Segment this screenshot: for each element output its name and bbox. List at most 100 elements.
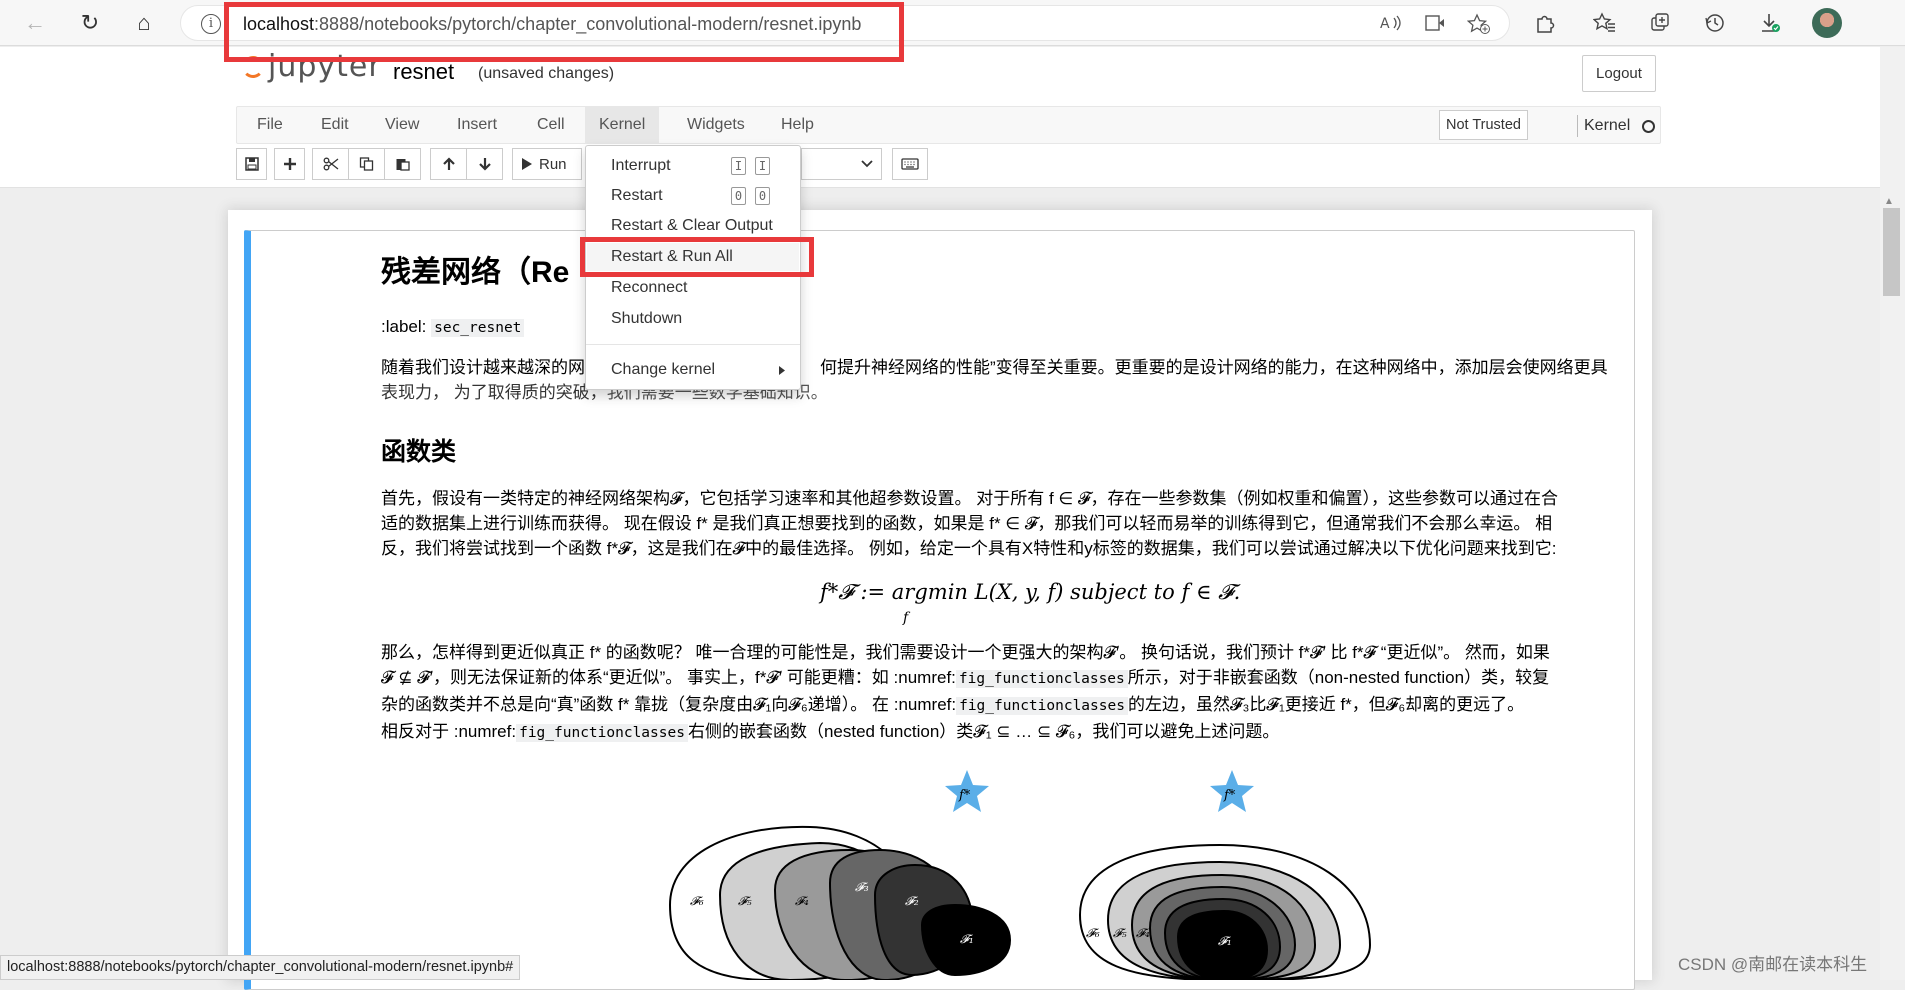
class-label: 𝓕₁ [960, 932, 974, 946]
star-label-left: f* [958, 788, 971, 803]
collections-icon[interactable] [1645, 8, 1675, 38]
copy-icon[interactable] [348, 148, 385, 180]
move-down-icon[interactable] [466, 148, 503, 180]
label-prefix: :label: [381, 317, 427, 336]
back-icon[interactable]: ← [18, 6, 52, 40]
add-favorite-icon[interactable] [1466, 13, 1491, 35]
refresh-glyph: ↻ [80, 10, 100, 35]
menu-view[interactable]: View [371, 107, 433, 143]
paragraph-line: 𝓕 ⊈ 𝓕′，则无法保证新的体系“更近似”。 事实上，f*𝓕′ 可能更糟：如 :… [381, 665, 1621, 692]
submenu-caret-icon [779, 366, 785, 375]
downloads-icon[interactable] [1755, 8, 1785, 38]
paragraph-line: 反，我们将尝试找到一个函数 f*𝓕，这是我们在𝓕中的最佳选择。 例如，给定一个具… [381, 539, 1557, 558]
csdn-watermark: CSDN @南邮在读本科生 [1678, 955, 1868, 974]
cell-type-select[interactable] [801, 148, 882, 180]
home-glyph: ⌂ [137, 10, 151, 35]
class-label: 𝓕₁ [1218, 934, 1232, 948]
cell-heading: 残差网络（Re [381, 256, 1621, 289]
menu-item-shutdown[interactable]: Shutdown [587, 305, 799, 333]
optimization-equation: f*𝓕 := argmin L(X, y, f) subject to f ∈ … [820, 580, 1240, 626]
class-label: 𝓕₅ [1113, 926, 1127, 940]
extensions-icon[interactable] [1530, 8, 1560, 38]
menu-file[interactable]: File [243, 107, 297, 143]
label-line: :label: sec_resnet [381, 314, 1621, 341]
subsection-heading: 函数类 [381, 440, 1621, 465]
cut-icon[interactable] [312, 148, 349, 180]
shortcut-key: I [755, 157, 770, 175]
not-trusted-button[interactable]: Not Trusted [1439, 110, 1528, 140]
nested-classes: 𝓕₆ 𝓕₅ 𝓕₄ 𝓕₁ [1078, 843, 1372, 980]
label-code: sec_resnet [431, 319, 525, 337]
menubar: File Edit View Insert Cell Kernel Widget… [236, 106, 1661, 144]
run-play-icon [522, 158, 532, 170]
keyboard-icon[interactable] [892, 148, 928, 180]
move-up-icon[interactable] [430, 148, 467, 180]
scrollbar-thumb[interactable] [1883, 208, 1900, 296]
menu-item-interrupt[interactable]: Interrupt I I [587, 152, 799, 180]
menu-item-restart[interactable]: Restart 0 0 [587, 182, 799, 210]
scroll-up-icon[interactable]: ▲ [1884, 196, 1894, 207]
paragraph-line: 那么，怎样得到更近似真正 f* 的函数呢？ 唯一合理的可能性是，我们需要设计一个… [381, 643, 1550, 662]
run-label: Run [539, 155, 567, 173]
read-aloud-icon[interactable]: A [1378, 13, 1402, 35]
menu-help[interactable]: Help [767, 107, 828, 143]
save-status: (unsaved changes) [478, 65, 615, 82]
immersive-reader-icon[interactable] [1423, 13, 1447, 35]
insert-cell-icon[interactable] [274, 148, 305, 180]
menu-item-change-kernel[interactable]: Change kernel [587, 356, 799, 384]
paragraph-text: 相反对于 :numref: [381, 722, 517, 741]
menu-kernel[interactable]: Kernel [585, 107, 660, 143]
paragraph-line: 杂的函数类并不总是向“真”函数 f* 靠拢（复杂度由𝓕₁向𝓕₆递增）。 在 :n… [381, 692, 1621, 719]
intro-paragraph: 随着我们设计越来越深的网 何提升神经网络的性能”变得至关重要。更重要的是设计网络的… [381, 355, 1621, 405]
svg-text:A: A [1380, 16, 1390, 32]
menu-item-label: Restart [611, 187, 663, 204]
menu-cell[interactable]: Cell [523, 107, 579, 143]
equation-subscript: f [903, 610, 909, 626]
shortcut-key: 0 [755, 187, 770, 205]
paste-icon[interactable] [384, 148, 421, 180]
nested-class-paragraph: 那么，怎样得到更近似真正 f* 的函数呢？ 唯一合理的可能性是，我们需要设计一个… [381, 640, 1621, 746]
back-glyph: ← [24, 10, 46, 35]
refresh-icon[interactable]: ↻ [73, 6, 107, 40]
intro-text-left: 随着我们设计越来越深的网 [381, 358, 585, 377]
logout-button[interactable]: Logout [1582, 55, 1656, 92]
paragraph-text: 所示，对于非嵌套函数（non-nested function）类，较复 [1127, 668, 1550, 687]
star-icon: f* [945, 770, 989, 812]
star-label-right: f* [1223, 788, 1236, 803]
jupyter-menu-area: File Edit View Insert Cell Kernel Widget… [0, 106, 1880, 188]
history-icon[interactable] [1700, 8, 1730, 38]
favorites-icon[interactable] [1590, 8, 1620, 38]
profile-avatar[interactable] [1812, 8, 1842, 38]
kernel-idle-icon [1642, 120, 1655, 133]
paragraph-text: 杂的函数类并不总是向“真”函数 f* 靠拢（复杂度由𝓕₁向𝓕₆递增）。 在 :n… [381, 695, 957, 714]
paragraph-text: 右侧的嵌套函数（nested function）类𝓕₁ ⊆ … ⊆ 𝓕₆，我们可… [687, 722, 1280, 741]
notebook-name[interactable]: resnet [393, 59, 454, 85]
url-highlight-box [224, 2, 904, 62]
paragraph-line: 首先，假设有一类特定的神经网络架构𝓕，它包括学习速率和其他超参数设置。 对于所有… [381, 489, 1559, 508]
function-class-paragraph: 首先，假设有一类特定的神经网络架构𝓕，它包括学习速率和其他超参数设置。 对于所有… [381, 486, 1621, 561]
home-icon[interactable]: ⌂ [127, 6, 161, 40]
menu-item-reconnect[interactable]: Reconnect [587, 274, 799, 302]
class-label: 𝓕₄ [795, 894, 809, 908]
paragraph-line: 适的数据集上进行训练而获得。 现在假设 f* 是我们真正想要找到的函数，如果是 … [381, 514, 1553, 533]
class-label: 𝓕₆ [1086, 926, 1100, 940]
menu-insert[interactable]: Insert [443, 107, 511, 143]
star-icon: f* [1210, 770, 1254, 812]
save-icon[interactable] [236, 148, 267, 180]
class-label: 𝓕₃ [855, 880, 869, 894]
class-label: 𝓕₅ [738, 894, 752, 908]
menu-item-restart-clear-output[interactable]: Restart & Clear Output [587, 212, 799, 240]
numref-code: fig_functionclasses [956, 697, 1128, 715]
page-scrollbar[interactable] [1880, 47, 1905, 980]
shortcut-key: 0 [731, 187, 746, 205]
chevron-down-icon [861, 160, 873, 168]
site-info-icon[interactable]: i [201, 14, 221, 34]
numref-code: fig_functionclasses [955, 670, 1128, 688]
run-button[interactable]: Run [512, 148, 582, 180]
menu-edit[interactable]: Edit [307, 107, 363, 143]
section-title: 残差网络（Re [381, 256, 570, 289]
status-bar-url: localhost:8888/notebooks/pytorch/chapter… [0, 955, 521, 980]
numref-code: fig_functionclasses [516, 724, 688, 742]
menu-widgets[interactable]: Widgets [673, 107, 759, 143]
intro-text-right: 何提升神经网络的性能”变得至关重要。更重要的是设计网络的能力，在这种网络中，添加… [820, 358, 1608, 377]
